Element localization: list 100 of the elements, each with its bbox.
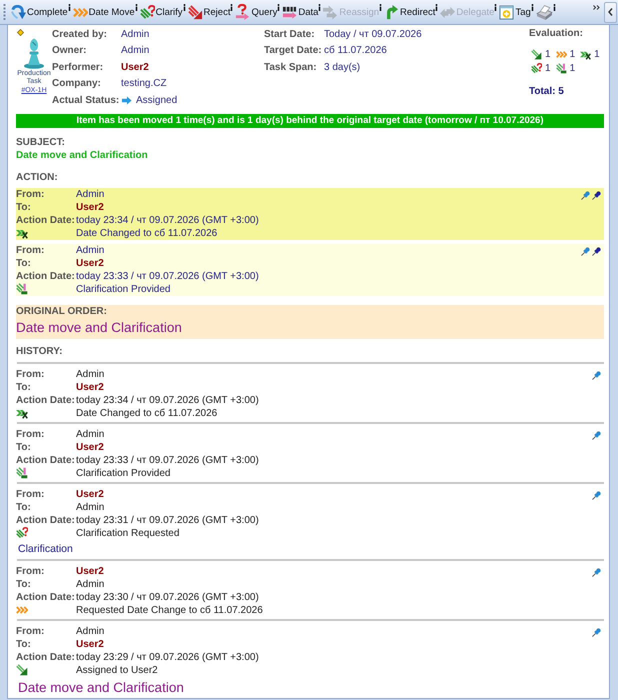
pin-icon[interactable]: [592, 246, 601, 256]
field-label: To:: [16, 200, 32, 214]
striped-arrow-icon: [188, 4, 203, 20]
field-value: User2: [76, 256, 105, 270]
field-label: Action Date:: [16, 590, 76, 604]
field-label: To:: [16, 380, 32, 394]
section-heading: ORIGINAL ORDER:: [16, 304, 108, 318]
total-text: Total: 5: [529, 86, 564, 96]
info-icon: [494, 4, 498, 11]
bars-arrow-icon: [282, 4, 298, 20]
info-icon: [230, 4, 234, 11]
chevrons-cross-icon: [16, 407, 28, 419]
chevrons-icon: [556, 48, 567, 60]
info-icon: [552, 4, 556, 11]
chevrons-cross-icon: [16, 227, 28, 239]
status-banner: Item has been moved 1 time(s) and is 1 day(s) behind the original target date (tomorrow / пт 10.07.2026): [16, 114, 604, 128]
field-label: From:: [16, 244, 46, 256]
count-text: 1: [594, 48, 600, 60]
field-label: Start Date:: [264, 28, 316, 40]
double-arrow-icon: [323, 4, 338, 20]
info-icon: [435, 4, 438, 11]
field-value: Admin: [76, 368, 106, 380]
field-label: Evaluation:: [529, 27, 583, 41]
complete-button[interactable]: Complete: [11, 1, 68, 23]
chevrons-icon: [16, 604, 28, 616]
field-label: Target Date:: [264, 45, 323, 56]
field-value: сб 11.07.2026: [324, 45, 388, 56]
date-move-button[interactable]: Date Move: [72, 1, 135, 23]
grip-icon[interactable]: [3, 3, 6, 21]
curved-arrow-icon: [11, 4, 26, 20]
field-value: User2: [76, 440, 105, 454]
two-way-arrow-icon: [440, 4, 456, 20]
down-arrow-icon: [531, 48, 542, 60]
collapse-button[interactable]: [604, 2, 617, 22]
field-value: Admin: [76, 500, 106, 514]
info-icon: [530, 4, 534, 11]
count-text: 1: [570, 62, 576, 74]
subject-text: Date move and Clarification: [16, 148, 149, 162]
info-icon: [134, 4, 138, 11]
field-label: From:: [16, 368, 46, 380]
field-value: Admin: [76, 188, 106, 200]
action-text: Clarification Requested: [76, 526, 180, 540]
count-text: 1: [545, 62, 551, 74]
field-label: From:: [16, 188, 46, 200]
arrow-icon: [121, 96, 132, 105]
field-label: Action Date:: [16, 270, 76, 282]
count-text: 1: [545, 48, 551, 60]
note-text: Clarification: [17, 542, 74, 556]
redirect-button[interactable]: Redirect: [384, 1, 436, 23]
data-button[interactable]: Data: [282, 1, 318, 23]
question-icon: [16, 527, 28, 539]
info-icon: [379, 4, 382, 11]
field-label: Performer:: [52, 62, 104, 73]
stripes-icon: [556, 62, 567, 74]
action-card[interactable]: From: Admin To: User2 Action Date:today 23:33 / чт 09.07.2026 (GMT +3:00) Clarification Provided: [16, 244, 604, 296]
stripes-icon: [16, 467, 28, 479]
field-label: Task Span:: [264, 62, 318, 73]
pin-icon[interactable]: [592, 190, 601, 200]
field-value: Admin: [121, 28, 150, 40]
field-value: today 23:31 / чт 09.07.2026 (GMT +3:00): [76, 514, 260, 526]
tag-button[interactable]: Tag: [499, 1, 531, 23]
field-value: User2: [76, 380, 105, 394]
count-text: 1: [570, 48, 576, 60]
reject-button[interactable]: Reject: [188, 1, 230, 23]
field-label: Company:: [52, 78, 102, 90]
field-value: Admin: [76, 244, 106, 256]
section-heading: HISTORY:: [16, 344, 64, 358]
query-button[interactable]: Query: [235, 1, 278, 23]
clarify-button[interactable]: Clarify: [140, 1, 183, 23]
bent-arrow-icon: [384, 4, 400, 20]
order-text: Date move and Clarification: [17, 678, 185, 696]
action-text: Requested Date Change to сб 11.07.2026: [76, 604, 264, 616]
stripes-icon: [16, 283, 28, 295]
section-heading: SUBJECT:: [16, 136, 66, 148]
field-label: Created by:: [52, 28, 108, 40]
double-chevron-icon[interactable]: [593, 5, 600, 10]
field-label: Action Date:: [16, 454, 76, 466]
field-value: Assigned: [136, 94, 178, 106]
field-value: 3 day(s): [324, 62, 362, 73]
field-value: User2: [76, 638, 105, 650]
field-value: today 23:33 / чт 09.07.2026 (GMT +3:00): [76, 270, 260, 282]
pawn-icon: [23, 37, 45, 69]
diamond-icon: [17, 29, 24, 36]
action-text: Assigned to User2: [76, 664, 159, 676]
action-text: Date Changed to сб 11.07.2026: [76, 226, 218, 240]
info-icon: [182, 4, 186, 11]
field-value: Admin: [121, 45, 150, 56]
order-text: Date move and Clarification: [16, 318, 183, 336]
field-value: User2: [76, 564, 105, 578]
field-value: Today / чт 09.07.2026: [324, 28, 423, 40]
note-plus-icon: [499, 4, 514, 20]
info-icon: [318, 4, 322, 11]
field-label: To:: [16, 440, 32, 454]
down-arrow-icon: [16, 664, 28, 676]
action-card[interactable]: From: Admin To: User2 Action Date:today 23:34 / чт 09.07.2026 (GMT +3:00) Date Changed to сб 11.07.2026: [16, 188, 604, 240]
field-label: From:: [16, 624, 46, 638]
field-label: Owner:: [52, 45, 88, 56]
field-value: today 23:33 / чт 09.07.2026 (GMT +3:00): [76, 454, 260, 466]
field-label: Action Date:: [16, 650, 76, 664]
question-icon: [531, 62, 542, 74]
